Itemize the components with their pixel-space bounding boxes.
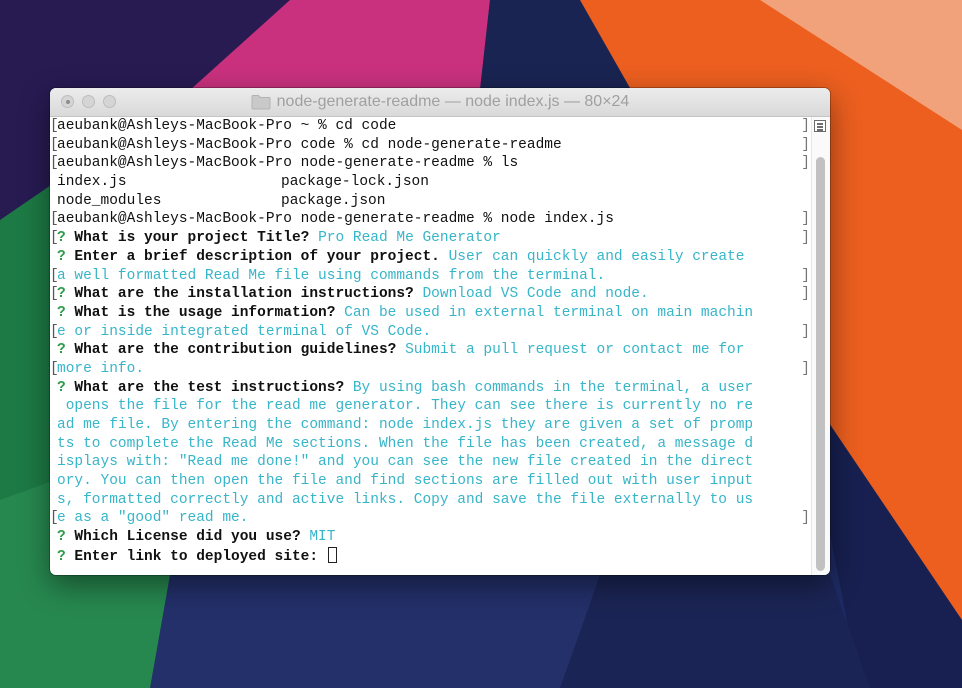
title-bar[interactable]: node-generate-readme — node index.js — 8… <box>50 88 830 117</box>
scroll-thumb[interactable] <box>816 157 825 571</box>
question-text: What are the test instructions? <box>74 379 345 396</box>
answer-text: Download VS Code and node. <box>422 286 649 303</box>
file-name: package.json <box>281 192 386 209</box>
answer-text: isplays with: "Read me done!" and you ca… <box>57 454 754 471</box>
prompt-mark: ? <box>57 548 66 565</box>
answer-text: ts to complete the Read Me sections. Whe… <box>57 435 754 452</box>
prompt-mark: ? <box>57 342 66 359</box>
window-title: node-generate-readme — node index.js — 8… <box>50 88 830 116</box>
folder-icon <box>251 95 271 110</box>
question-text: Which License did you use? <box>74 529 301 546</box>
answer-text: e or inside integrated terminal of VS Co… <box>57 323 432 340</box>
answer-text: e as a "good" read me. <box>57 510 249 527</box>
prompt-line: ? Which License did you use? MIT <box>50 528 812 547</box>
question-text: What is your project Title? <box>74 230 310 247</box>
answer-text: ory. You can then open the file and find… <box>57 473 754 490</box>
window-title-text: node-generate-readme — node index.js — 8… <box>276 93 630 110</box>
prompt-line: ? Enter link to deployed site: <box>50 546 812 566</box>
answer-text: s, formatted correctly and active links.… <box>57 491 754 508</box>
marks-menu-icon[interactable] <box>814 120 826 132</box>
prompt-mark: ? <box>57 304 66 321</box>
prompt-line: [? What are the installation instruction… <box>50 286 810 303</box>
vertical-scrollbar[interactable] <box>811 117 830 575</box>
terminal-output[interactable]: [aeubank@Ashleys-MacBook-Pro ~ % cd code… <box>50 117 812 575</box>
answer-text: Can be used in external terminal on main… <box>344 304 754 321</box>
question-text: What is the usage information? <box>74 304 336 321</box>
command-text: aeubank@Ashleys-MacBook-Pro ~ % cd code <box>57 118 397 134</box>
prompt-line: ? What are the contribution guidelines? … <box>50 341 812 360</box>
ls-output-row: node_modules package.json <box>50 192 812 211</box>
prompt-mark: ? <box>57 529 66 546</box>
terminal-window: node-generate-readme — node index.js — 8… <box>50 88 830 575</box>
answer-text: User can quickly and easily create <box>448 248 745 265</box>
question-text: Enter link to deployed site: <box>74 548 319 565</box>
question-text: What are the contribution guidelines? <box>74 342 397 359</box>
answer-continuation: opens the file for the read me generator… <box>50 397 812 416</box>
answer-text: a well formatted Read Me file using comm… <box>57 267 606 284</box>
file-name: package-lock.json <box>281 174 429 191</box>
prompt-mark: ? <box>57 248 66 265</box>
question-text: What are the installation instructions? <box>74 286 414 303</box>
command-text: aeubank@Ashleys-MacBook-Pro node-generat… <box>57 155 519 172</box>
prompt-mark: ? <box>57 379 66 396</box>
file-name: index.js <box>57 174 127 191</box>
command-line: [aeubank@Ashleys-MacBook-Pro node-genera… <box>50 211 810 228</box>
command-line: [aeubank@Ashleys-MacBook-Pro ~ % cd code… <box>50 118 810 134</box>
prompt-mark: ? <box>57 230 66 247</box>
answer-continuation: s, formatted correctly and active links.… <box>50 491 812 510</box>
command-text: aeubank@Ashleys-MacBook-Pro code % cd no… <box>57 136 562 153</box>
prompt-mark: ? <box>57 286 66 303</box>
answer-text: more info. <box>57 360 145 377</box>
prompt-line: [? What is your project Title? Pro Read … <box>50 230 810 247</box>
answer-text: Pro Read Me Generator <box>318 230 501 247</box>
command-line: [aeubank@Ashleys-MacBook-Pro code % cd n… <box>50 136 810 153</box>
answer-continuation: isplays with: "Read me done!" and you ca… <box>50 453 812 472</box>
answer-text: MIT <box>309 529 336 546</box>
command-line: [aeubank@Ashleys-MacBook-Pro node-genera… <box>50 155 810 172</box>
file-name: node_modules <box>57 192 162 209</box>
answer-text: By using bash commands in the terminal, … <box>352 379 754 396</box>
answer-text: ad me file. By entering the command: nod… <box>57 417 754 433</box>
prompt-line: ? What is the usage information? Can be … <box>50 304 812 323</box>
answer-continuation: ory. You can then open the file and find… <box>50 472 812 491</box>
answer-continuation: [e or inside integrated terminal of VS C… <box>50 323 810 340</box>
answer-text: Submit a pull request or contact me for <box>405 342 745 359</box>
ls-output-row: index.js package-lock.json <box>50 173 812 192</box>
answer-continuation: [a well formatted Read Me file using com… <box>50 267 810 284</box>
prompt-line: ? What are the test instructions? By usi… <box>50 379 812 398</box>
command-text: aeubank@Ashleys-MacBook-Pro node-generat… <box>57 211 614 228</box>
answer-continuation: ad me file. By entering the command: nod… <box>50 416 812 435</box>
answer-continuation: ts to complete the Read Me sections. Whe… <box>50 435 812 454</box>
prompt-line: ? Enter a brief description of your proj… <box>50 248 812 267</box>
question-text: Enter a brief description of your projec… <box>74 248 440 265</box>
answer-text: opens the file for the read me generator… <box>57 398 754 415</box>
text-cursor[interactable] <box>327 546 337 563</box>
answer-continuation: [more info.] <box>50 360 810 377</box>
answer-continuation: [e as a "good" read me.] <box>50 510 810 527</box>
